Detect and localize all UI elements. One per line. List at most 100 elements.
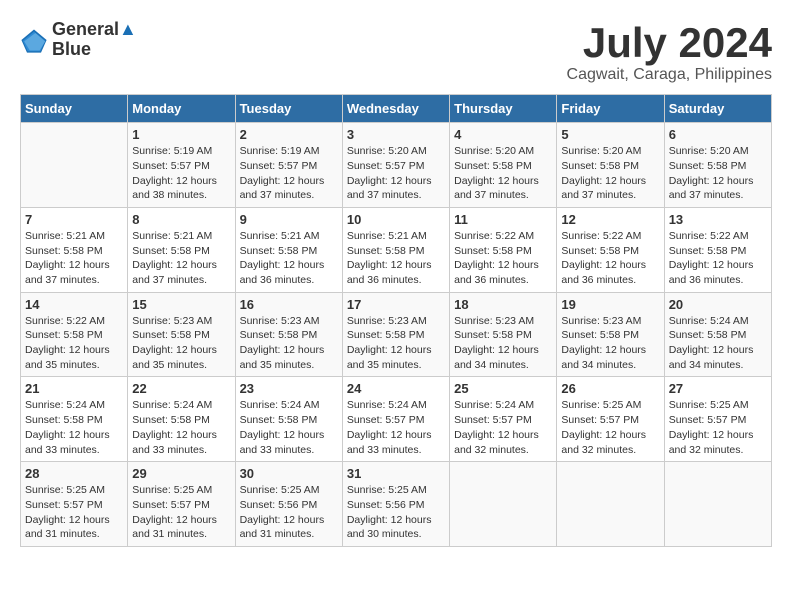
day-number: 3 bbox=[347, 127, 445, 142]
day-info: Sunrise: 5:25 AM Sunset: 5:57 PM Dayligh… bbox=[132, 483, 230, 542]
calendar-cell: 4Sunrise: 5:20 AM Sunset: 5:58 PM Daylig… bbox=[450, 123, 557, 208]
calendar-cell: 10 Sunrise: 5:21 AM Sunset: 5:58 PM Dayli… bbox=[342, 207, 449, 292]
day-info: Sunrise: 5:21 AM Sunset: 5:58 PM Dayligh… bbox=[132, 229, 230, 288]
day-info: Sunrise: 5:24 AM Sunset: 5:58 PM Dayligh… bbox=[240, 398, 338, 457]
day-info: Sunrise: 5:24 AM Sunset: 5:57 PM Dayligh… bbox=[347, 398, 445, 457]
day-number: 27 bbox=[669, 381, 767, 396]
day-info: Sunrise: 5:21 AM Sunset: 5:58 PM Dayligh… bbox=[347, 229, 445, 288]
calendar-cell: 11 Sunrise: 5:22 AM Sunset: 5:58 PM Dayli… bbox=[450, 207, 557, 292]
day-info: Sunrise: 5:22 AM Sunset: 5:58 PM Dayligh… bbox=[561, 229, 659, 288]
day-info: Sunrise: 5:22 AM Sunset: 5:58 PM Dayligh… bbox=[454, 229, 552, 288]
day-number: 19 bbox=[561, 297, 659, 312]
calendar-cell: 27 Sunrise: 5:25 AM Sunset: 5:57 PM Dayli… bbox=[664, 377, 771, 462]
header-day-sunday: Sunday bbox=[21, 95, 128, 123]
calendar-body: 1Sunrise: 5:19 AM Sunset: 5:57 PM Daylig… bbox=[21, 123, 772, 547]
day-info: Sunrise: 5:25 AM Sunset: 5:57 PM Dayligh… bbox=[669, 398, 767, 457]
calendar-cell: 12 Sunrise: 5:22 AM Sunset: 5:58 PM Dayli… bbox=[557, 207, 664, 292]
day-info: Sunrise: 5:23 AM Sunset: 5:58 PM Dayligh… bbox=[132, 314, 230, 373]
calendar-cell: 9Sunrise: 5:21 AM Sunset: 5:58 PM Daylig… bbox=[235, 207, 342, 292]
header-day-tuesday: Tuesday bbox=[235, 95, 342, 123]
calendar-cell: 5 Sunrise: 5:20 AM Sunset: 5:58 PM Daylig… bbox=[557, 123, 664, 208]
day-number: 10 bbox=[347, 212, 445, 227]
day-number: 6 bbox=[669, 127, 767, 142]
calendar-cell: 8 Sunrise: 5:21 AM Sunset: 5:58 PM Daylig… bbox=[128, 207, 235, 292]
day-number: 5 bbox=[561, 127, 659, 142]
calendar-cell: 29 Sunrise: 5:25 AM Sunset: 5:57 PM Dayli… bbox=[128, 462, 235, 547]
day-number: 16 bbox=[240, 297, 338, 312]
calendar-cell: 28Sunrise: 5:25 AM Sunset: 5:57 PM Dayli… bbox=[21, 462, 128, 547]
calendar-cell: 16 Sunrise: 5:23 AM Sunset: 5:58 PM Dayli… bbox=[235, 292, 342, 377]
day-info: Sunrise: 5:25 AM Sunset: 5:56 PM Dayligh… bbox=[347, 483, 445, 542]
day-info: Sunrise: 5:22 AM Sunset: 5:58 PM Dayligh… bbox=[669, 229, 767, 288]
calendar-cell: 20 Sunrise: 5:24 AM Sunset: 5:58 PM Dayli… bbox=[664, 292, 771, 377]
header-day-saturday: Saturday bbox=[664, 95, 771, 123]
calendar-cell: 22Sunrise: 5:24 AM Sunset: 5:58 PM Dayli… bbox=[128, 377, 235, 462]
day-number: 23 bbox=[240, 381, 338, 396]
logo-text: General▲ Blue bbox=[52, 20, 137, 60]
day-info: Sunrise: 5:23 AM Sunset: 5:58 PM Dayligh… bbox=[240, 314, 338, 373]
week-row-3: 14 Sunrise: 5:22 AM Sunset: 5:58 PM Dayli… bbox=[21, 292, 772, 377]
day-number: 26 bbox=[561, 381, 659, 396]
calendar-cell: 24 Sunrise: 5:24 AM Sunset: 5:57 PM Dayli… bbox=[342, 377, 449, 462]
day-info: Sunrise: 5:20 AM Sunset: 5:58 PM Dayligh… bbox=[669, 144, 767, 203]
calendar-cell bbox=[21, 123, 128, 208]
day-info: Sunrise: 5:19 AM Sunset: 5:57 PM Dayligh… bbox=[132, 144, 230, 203]
day-number: 4 bbox=[454, 127, 552, 142]
calendar-cell: 19 Sunrise: 5:23 AM Sunset: 5:58 PM Dayli… bbox=[557, 292, 664, 377]
day-info: Sunrise: 5:25 AM Sunset: 5:57 PM Dayligh… bbox=[561, 398, 659, 457]
main-title: July 2024 bbox=[567, 20, 772, 66]
header: General▲ Blue July 2024 Cagwait, Caraga,… bbox=[20, 20, 772, 84]
day-number: 20 bbox=[669, 297, 767, 312]
day-number: 17 bbox=[347, 297, 445, 312]
day-number: 21 bbox=[25, 381, 123, 396]
calendar-cell: 7 Sunrise: 5:21 AM Sunset: 5:58 PM Daylig… bbox=[21, 207, 128, 292]
day-info: Sunrise: 5:19 AM Sunset: 5:57 PM Dayligh… bbox=[240, 144, 338, 203]
day-number: 12 bbox=[561, 212, 659, 227]
day-info: Sunrise: 5:21 AM Sunset: 5:58 PM Dayligh… bbox=[25, 229, 123, 288]
day-number: 25 bbox=[454, 381, 552, 396]
day-info: Sunrise: 5:24 AM Sunset: 5:57 PM Dayligh… bbox=[454, 398, 552, 457]
calendar-cell: 2Sunrise: 5:19 AM Sunset: 5:57 PM Daylig… bbox=[235, 123, 342, 208]
day-info: Sunrise: 5:20 AM Sunset: 5:58 PM Dayligh… bbox=[561, 144, 659, 203]
calendar-cell: 6 Sunrise: 5:20 AM Sunset: 5:58 PM Daylig… bbox=[664, 123, 771, 208]
calendar-table: SundayMondayTuesdayWednesdayThursdayFrid… bbox=[20, 94, 772, 547]
calendar-cell: 18 Sunrise: 5:23 AM Sunset: 5:58 PM Dayli… bbox=[450, 292, 557, 377]
day-number: 29 bbox=[132, 466, 230, 481]
day-number: 11 bbox=[454, 212, 552, 227]
day-info: Sunrise: 5:24 AM Sunset: 5:58 PM Dayligh… bbox=[669, 314, 767, 373]
calendar-cell: 13 Sunrise: 5:22 AM Sunset: 5:58 PM Dayli… bbox=[664, 207, 771, 292]
calendar-cell: 1Sunrise: 5:19 AM Sunset: 5:57 PM Daylig… bbox=[128, 123, 235, 208]
day-number: 14 bbox=[25, 297, 123, 312]
day-number: 28 bbox=[25, 466, 123, 481]
day-number: 7 bbox=[25, 212, 123, 227]
day-info: Sunrise: 5:24 AM Sunset: 5:58 PM Dayligh… bbox=[132, 398, 230, 457]
title-block: July 2024 Cagwait, Caraga, Philippines bbox=[567, 20, 772, 84]
day-number: 13 bbox=[669, 212, 767, 227]
day-info: Sunrise: 5:23 AM Sunset: 5:58 PM Dayligh… bbox=[561, 314, 659, 373]
week-row-5: 28 Sunrise: 5:25 AM Sunset: 5:57 PM Dayli… bbox=[21, 462, 772, 547]
day-info: Sunrise: 5:22 AM Sunset: 5:58 PM Dayligh… bbox=[25, 314, 123, 373]
calendar-cell: 23 Sunrise: 5:24 AM Sunset: 5:58 PM Dayli… bbox=[235, 377, 342, 462]
logo-icon bbox=[20, 26, 48, 54]
day-info: Sunrise: 5:23 AM Sunset: 5:58 PM Dayligh… bbox=[347, 314, 445, 373]
calendar-cell bbox=[557, 462, 664, 547]
day-info: Sunrise: 5:25 AM Sunset: 5:56 PM Dayligh… bbox=[240, 483, 338, 542]
calendar-header: SundayMondayTuesdayWednesdayThursdayFrid… bbox=[21, 95, 772, 123]
header-day-wednesday: Wednesday bbox=[342, 95, 449, 123]
day-number: 15 bbox=[132, 297, 230, 312]
calendar-cell: 30 Sunrise: 5:25 AM Sunset: 5:56 PM Dayli… bbox=[235, 462, 342, 547]
calendar-cell: 3Sunrise: 5:20 AM Sunset: 5:57 PM Daylig… bbox=[342, 123, 449, 208]
day-info: Sunrise: 5:23 AM Sunset: 5:58 PM Dayligh… bbox=[454, 314, 552, 373]
calendar-cell: 26 Sunrise: 5:25 AM Sunset: 5:57 PM Dayli… bbox=[557, 377, 664, 462]
week-row-2: 7 Sunrise: 5:21 AM Sunset: 5:58 PM Daylig… bbox=[21, 207, 772, 292]
day-number: 24 bbox=[347, 381, 445, 396]
day-number: 8 bbox=[132, 212, 230, 227]
calendar-cell bbox=[450, 462, 557, 547]
calendar-cell: 21 Sunrise: 5:24 AM Sunset: 5:58 PM Dayli… bbox=[21, 377, 128, 462]
day-number: 18 bbox=[454, 297, 552, 312]
day-number: 30 bbox=[240, 466, 338, 481]
calendar-cell: 25 Sunrise: 5:24 AM Sunset: 5:57 PM Dayli… bbox=[450, 377, 557, 462]
calendar-cell: 15 Sunrise: 5:23 AM Sunset: 5:58 PM Dayli… bbox=[128, 292, 235, 377]
header-day-monday: Monday bbox=[128, 95, 235, 123]
day-info: Sunrise: 5:24 AM Sunset: 5:58 PM Dayligh… bbox=[25, 398, 123, 457]
